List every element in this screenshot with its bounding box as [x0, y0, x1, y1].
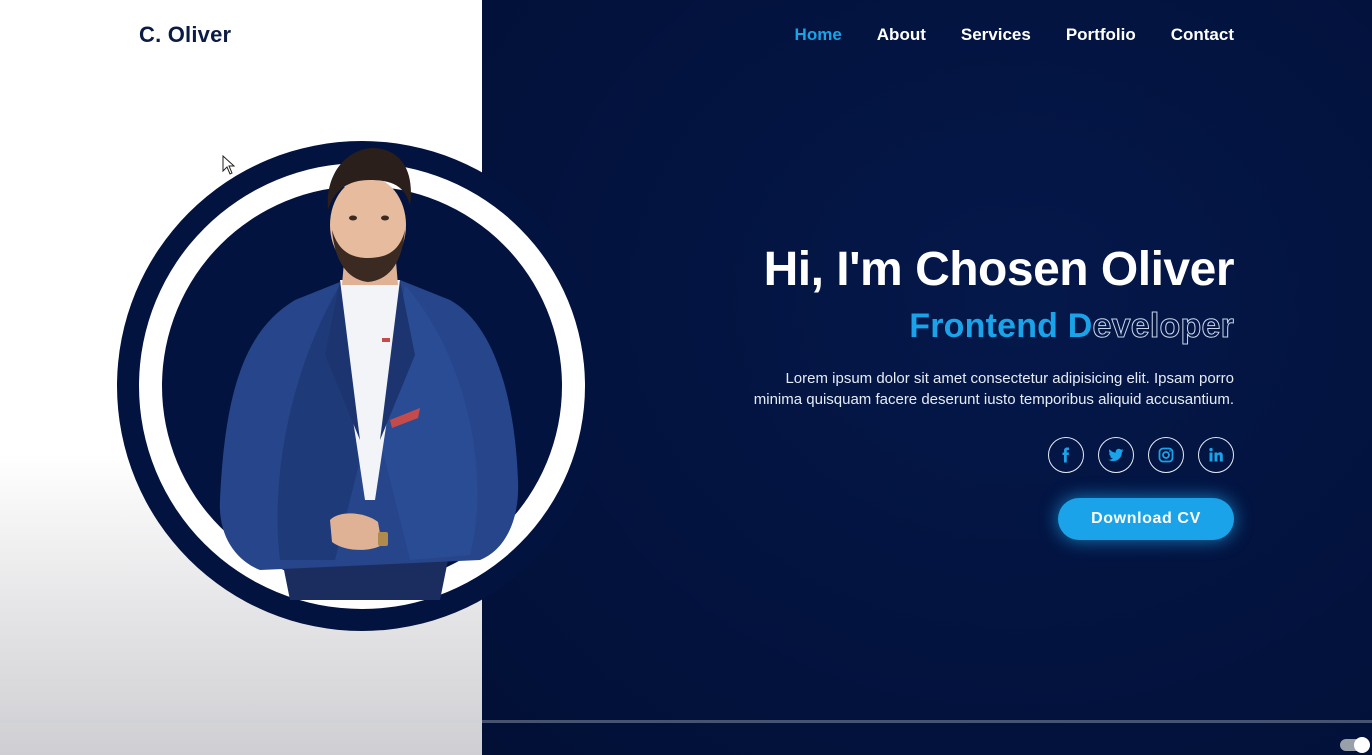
twitter-link[interactable]	[1098, 437, 1134, 473]
instagram-link[interactable]	[1148, 437, 1184, 473]
nav-contact[interactable]: Contact	[1171, 25, 1234, 45]
mouse-cursor-icon	[222, 155, 236, 175]
hero-description-line: minima quisquam facere deserunt iusto te…	[753, 391, 1234, 408]
hero-description-line: Lorem ipsum dolor sit amet consectetur a…	[785, 370, 1234, 387]
facebook-icon	[1062, 447, 1069, 463]
portfolio-page: C. Oliver Home About Services Portfolio …	[0, 0, 1372, 755]
hero-title: Hi, I'm Chosen Oliver	[763, 243, 1235, 296]
profile-photo	[219, 148, 519, 600]
hero-subtitle: Frontend Developer	[674, 304, 1234, 348]
linkedin-icon	[1209, 447, 1223, 462]
site-logo[interactable]: C. Oliver	[139, 22, 231, 48]
nav-about[interactable]: About	[877, 25, 926, 45]
hero-subtitle-outlined: eveloper	[1092, 307, 1234, 346]
toggle-switch[interactable]	[1340, 737, 1370, 753]
nav-services[interactable]: Services	[961, 25, 1031, 45]
hero-subtitle-filled: Frontend D	[909, 307, 1093, 345]
linkedin-link[interactable]	[1198, 437, 1234, 473]
facebook-link[interactable]	[1048, 437, 1084, 473]
main-nav: Home About Services Portfolio Contact	[795, 25, 1234, 45]
nav-portfolio[interactable]: Portfolio	[1066, 25, 1136, 45]
nav-home[interactable]: Home	[795, 25, 842, 45]
hero-section: Hi, I'm Chosen Oliver Frontend Developer…	[674, 240, 1235, 410]
social-links	[1048, 437, 1234, 473]
instagram-icon	[1158, 447, 1174, 463]
twitter-icon	[1108, 448, 1124, 462]
video-progress-track[interactable]	[0, 720, 1372, 723]
hero-description: Lorem ipsum dolor sit amet consectetur a…	[674, 368, 1234, 410]
download-cv-button[interactable]: Download CV	[1058, 498, 1234, 540]
